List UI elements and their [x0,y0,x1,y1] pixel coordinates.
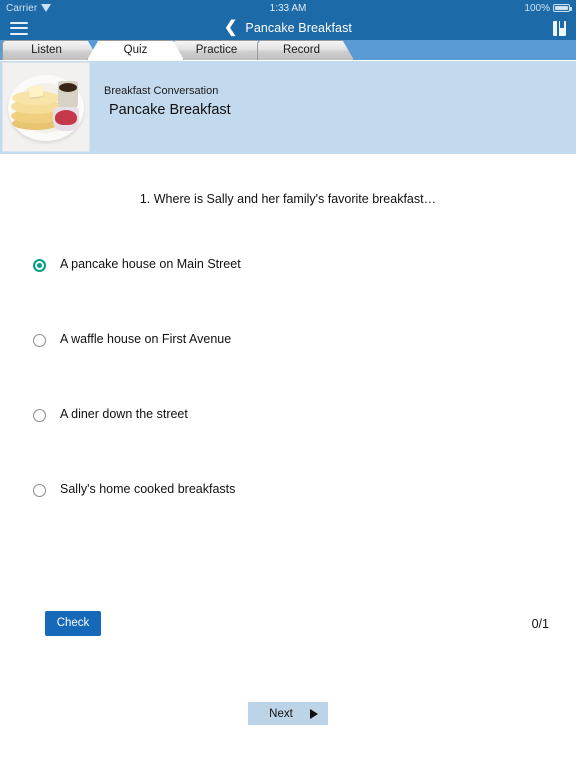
tab-practice[interactable]: Practice [172,40,269,60]
lesson-header-card: Breakfast Conversation Pancake Breakfast [0,60,576,154]
lesson-thumbnail [2,62,90,152]
tab-bar: Listen Quiz Practice Record [0,40,576,60]
status-bar: Carrier 1:33 AM 100% [0,0,576,16]
tab-listen-label: Listen [31,44,62,56]
radio-button-icon[interactable] [33,334,46,348]
nav-bar: ❮ Pancake Breakfast [0,16,576,40]
radio-button-icon[interactable] [33,484,46,498]
chevron-left-icon[interactable]: ❮ [224,19,237,36]
tab-quiz-label: Quiz [123,44,148,56]
tab-record-label: Record [282,44,321,56]
quiz-option-1[interactable]: A pancake house on Main Street [0,258,576,333]
quiz-option-3[interactable]: A diner down the street [0,408,576,483]
quiz-option-2[interactable]: A waffle house on First Avenue [0,333,576,408]
quiz-option-3-label: A diner down the street [60,407,188,422]
tab-listen[interactable]: Listen [2,40,99,60]
radio-button-icon[interactable] [33,409,46,423]
battery-icon [553,4,572,12]
nav-bar-center: ❮ Pancake Breakfast [0,19,576,36]
quiz-action-row: Check 0/1 [0,611,576,636]
butter-shape [28,85,44,98]
tab-quiz[interactable]: Quiz [87,40,184,60]
status-bar-left: Carrier [6,2,52,14]
lesson-category: Breakfast Conversation [104,85,219,97]
carrier-label: Carrier [6,2,38,14]
wifi-icon [41,4,52,12]
tab-record[interactable]: Record [257,40,354,60]
battery-percent-label: 100% [524,2,550,14]
radio-button-icon[interactable] [33,259,46,273]
next-row: Next [0,702,576,725]
quiz-option-4[interactable]: Sally's home cooked breakfasts [0,483,576,558]
lesson-title: Pancake Breakfast [109,102,231,118]
quiz-option-1-label: A pancake house on Main Street [60,257,241,272]
next-button[interactable]: Next [248,702,328,725]
status-bar-right: 100% [524,2,572,14]
check-button[interactable]: Check [45,611,101,636]
quiz-option-2-label: A waffle house on First Avenue [60,332,232,347]
page-title: Pancake Breakfast [245,21,353,35]
book-icon[interactable] [553,20,566,36]
quiz-option-4-label: Sally's home cooked breakfasts [60,482,236,497]
play-triangle-icon [310,708,318,719]
score-label: 0/1 [531,616,549,631]
jam-bowl-shape [53,107,79,131]
status-bar-time: 1:33 AM [269,2,307,14]
next-button-label: Next [269,707,293,720]
quiz-question: 1. Where is Sally and her family's favor… [139,192,437,206]
lesson-text-block: Breakfast Conversation Pancake Breakfast [90,61,231,154]
tab-practice-label: Practice [195,44,238,56]
quiz-options-list: A pancake house on Main Street A waffle … [0,258,576,558]
